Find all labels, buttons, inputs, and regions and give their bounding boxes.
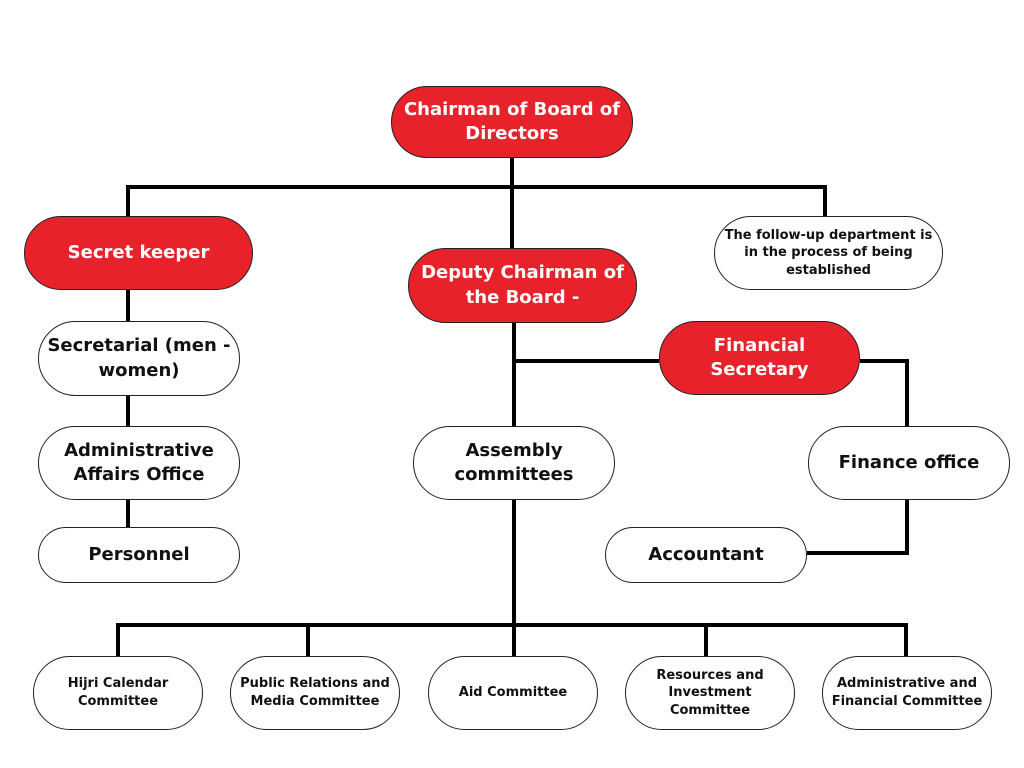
node-finance-office: Finance office [808, 426, 1010, 500]
node-assembly-committees: Assembly committees [413, 426, 615, 500]
node-financial-secretary: Financial Secretary [659, 321, 860, 395]
node-committee: Public Relations and Media Committee [230, 656, 400, 730]
node-committee: Administrative and Financial Committee [822, 656, 992, 730]
connector-finance-accountant [807, 500, 909, 555]
node-secretarial: Secretarial (men - women) [38, 321, 240, 396]
node-followup-department: The follow-up department is in the proce… [714, 216, 943, 290]
node-accountant: Accountant [605, 527, 807, 583]
node-administrative-affairs: Administrative Affairs Office [38, 426, 240, 500]
org-chart: Chairman of Board of Directors Secret ke… [0, 0, 1024, 768]
node-committee: Resources and Investment Committee [625, 656, 795, 730]
node-secret-keeper: Secret keeper [24, 216, 253, 290]
node-personnel: Personnel [38, 527, 240, 583]
node-committee: Hijri Calendar Committee [33, 656, 203, 730]
node-committee: Aid Committee [428, 656, 598, 730]
node-deputy-chairman: Deputy Chairman of the Board - [408, 248, 637, 323]
connector-top-bar [126, 185, 827, 216]
node-chairman: Chairman of Board of Directors [391, 86, 633, 158]
